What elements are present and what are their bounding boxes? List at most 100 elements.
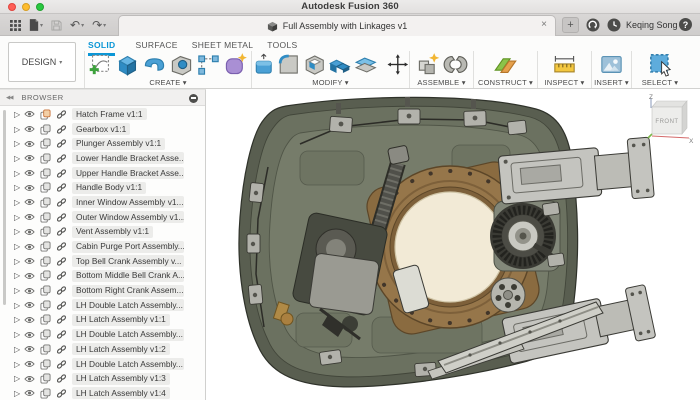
browser-tree-row[interactable]: ▷ Cabin Purge Port Assembly... (0, 239, 206, 254)
new-tab-button[interactable]: + (562, 17, 579, 33)
new-component-icon[interactable] (416, 52, 441, 77)
browser-tree-row[interactable]: ▷ LH Latch Assembly v1:1 (0, 313, 206, 328)
document-tab[interactable]: Full Assembly with Linkages v1 × (118, 15, 556, 36)
redo-caret[interactable]: ▾ (103, 22, 106, 29)
expand-arrow-icon[interactable]: ▷ (14, 257, 24, 266)
component-label[interactable]: LH Latch Assembly v1:4 (72, 387, 170, 400)
expand-arrow-icon[interactable]: ▷ (14, 154, 24, 163)
pattern-icon[interactable] (196, 52, 221, 77)
extensions-icon[interactable] (586, 18, 600, 32)
expand-arrow-icon[interactable]: ▷ (14, 301, 24, 310)
expand-arrow-icon[interactable]: ▷ (14, 374, 24, 383)
select-menu[interactable]: SELECT ▾ (632, 78, 688, 87)
3d-viewport[interactable]: Z FRONT X ◀◀ BROWSER ▷ Hatch Frame v1:1 … (0, 89, 700, 400)
component-label[interactable]: Cabin Purge Port Assembly... (72, 240, 184, 253)
component-label[interactable]: LH Double Latch Assembly... (72, 299, 184, 312)
visibility-eye-icon[interactable] (24, 198, 35, 206)
component-label[interactable]: Bottom Right Crank Assem... (72, 284, 184, 297)
move-copy-icon[interactable] (387, 53, 409, 76)
browser-tree-row[interactable]: ▷ Outer Window Assembly v1... (0, 210, 206, 225)
combine-icon[interactable] (328, 52, 351, 77)
visibility-eye-icon[interactable] (24, 140, 35, 148)
expand-arrow-icon[interactable]: ▷ (14, 227, 24, 236)
browser-tree-row[interactable]: ▷ Bottom Right Crank Assem... (0, 283, 206, 298)
visibility-eye-icon[interactable] (24, 345, 35, 353)
viewcube[interactable]: Z FRONT X (640, 93, 694, 147)
expand-arrow-icon[interactable]: ▷ (14, 271, 24, 280)
expand-arrow-icon[interactable]: ▷ (14, 360, 24, 369)
visibility-eye-icon[interactable] (24, 125, 35, 133)
joint-icon[interactable] (443, 52, 468, 77)
file-menu-caret[interactable]: ▾ (40, 22, 43, 29)
undo-icon[interactable]: ↶ ▾ (70, 19, 84, 31)
browser-tree-row[interactable]: ▷ Upper Handle Bracket Asse... (0, 166, 206, 181)
browser-tree-row[interactable]: ▷ LH Latch Assembly v1:2 (0, 342, 206, 357)
component-label[interactable]: Vent Assembly v1:1 (72, 225, 154, 238)
expand-arrow-icon[interactable]: ▷ (14, 286, 24, 295)
inspect-menu[interactable]: INSPECT ▾ (538, 78, 591, 87)
redo-icon[interactable]: ↷ ▾ (92, 19, 106, 31)
component-label[interactable]: LH Latch Assembly v1:2 (72, 343, 170, 356)
zoom-window-button[interactable] (36, 3, 44, 11)
close-window-button[interactable] (8, 3, 16, 11)
job-status-clock-icon[interactable] (607, 18, 621, 32)
visibility-eye-icon[interactable] (24, 213, 35, 221)
browser-tree-row[interactable]: ▷ Hatch Frame v1:1 (0, 107, 206, 122)
component-label[interactable]: Inner Window Assembly v1... (72, 196, 184, 209)
component-label[interactable]: Hatch Frame v1:1 (72, 108, 147, 121)
collapse-panel-icon[interactable]: ◀◀ (6, 95, 14, 101)
browser-tree-row[interactable]: ▷ Plunger Assembly v1:1 (0, 136, 206, 151)
visibility-eye-icon[interactable] (24, 169, 35, 177)
app-grid-icon[interactable] (10, 19, 21, 31)
close-tab-icon[interactable]: × (541, 19, 547, 30)
browser-tree-row[interactable]: ▷ Vent Assembly v1:1 (0, 225, 206, 240)
visibility-eye-icon[interactable] (24, 360, 35, 368)
insert-image-icon[interactable] (599, 52, 624, 77)
browser-tree-row[interactable]: ▷ Bottom Middle Bell Crank A... (0, 269, 206, 284)
browser-tree-row[interactable]: ▷ LH Double Latch Assembly... (0, 357, 206, 372)
minimize-window-button[interactable] (22, 3, 30, 11)
viewcube-top-face[interactable] (651, 100, 688, 108)
shell-icon[interactable] (303, 52, 326, 77)
browser-tree-row[interactable]: ▷ LH Double Latch Assembly... (0, 327, 206, 342)
revolve-icon[interactable] (142, 52, 167, 77)
insert-menu[interactable]: INSERT ▾ (592, 78, 631, 87)
construct-plane-icon[interactable] (493, 52, 518, 77)
component-label[interactable]: Handle Body v1:1 (72, 181, 147, 194)
browser-tree-row[interactable]: ▷ LH Double Latch Assembly... (0, 298, 206, 313)
construct-menu[interactable]: CONSTRUCT ▾ (474, 78, 537, 87)
select-icon[interactable] (648, 52, 673, 77)
browser-scrollbar[interactable] (3, 110, 6, 305)
component-label[interactable]: Outer Window Assembly v1... (72, 211, 184, 224)
file-menu-icon[interactable]: ▾ (29, 19, 43, 31)
visibility-eye-icon[interactable] (24, 331, 35, 339)
component-label[interactable]: LH Double Latch Assembly... (72, 358, 184, 371)
modify-menu[interactable]: MODIFY ▾ (252, 78, 409, 87)
expand-arrow-icon[interactable]: ▷ (14, 330, 24, 339)
assemble-menu[interactable]: ASSEMBLE ▾ (410, 78, 473, 87)
press-pull-icon[interactable] (252, 52, 275, 77)
expand-arrow-icon[interactable]: ▷ (14, 169, 24, 178)
browser-tree-row[interactable]: ▷ LH Latch Assembly v1:3 (0, 371, 206, 386)
component-label[interactable]: Top Bell Crank Assembly v... (72, 255, 184, 268)
browser-tree-row[interactable]: ▷ Gearbox v1:1 (0, 122, 206, 137)
create-sketch-icon[interactable] (88, 52, 113, 77)
user-account-label[interactable]: Keqing Song (626, 14, 678, 36)
save-icon[interactable] (51, 19, 62, 31)
visibility-eye-icon[interactable] (24, 316, 35, 324)
browser-tree-row[interactable]: ▷ Lower Handle Bracket Asse... (0, 151, 206, 166)
visibility-eye-icon[interactable] (24, 228, 35, 236)
component-label[interactable]: Plunger Assembly v1:1 (72, 137, 166, 150)
fillet-icon[interactable] (277, 52, 300, 77)
component-label[interactable]: Bottom Middle Bell Crank A... (72, 269, 184, 282)
visibility-eye-icon[interactable] (24, 257, 35, 265)
expand-arrow-icon[interactable]: ▷ (14, 183, 24, 192)
expand-arrow-icon[interactable]: ▷ (14, 242, 24, 251)
expand-arrow-icon[interactable]: ▷ (14, 213, 24, 222)
browser-tree-row[interactable]: ▷ Handle Body v1:1 (0, 180, 206, 195)
component-label[interactable]: Upper Handle Bracket Asse... (72, 167, 184, 180)
component-label[interactable]: Gearbox v1:1 (72, 123, 131, 136)
visibility-eye-icon[interactable] (24, 287, 35, 295)
component-label[interactable]: Lower Handle Bracket Asse... (72, 152, 184, 165)
five-bolt-flange[interactable] (490, 277, 526, 313)
